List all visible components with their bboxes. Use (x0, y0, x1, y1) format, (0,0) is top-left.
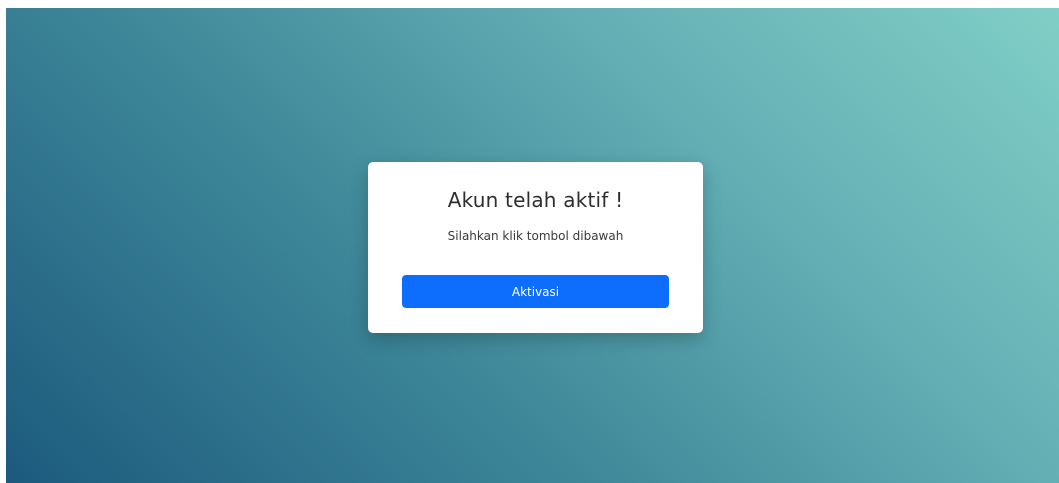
card-title: Akun telah aktif ! (447, 188, 624, 212)
activate-button[interactable]: Aktivasi (402, 275, 669, 308)
activation-card: Akun telah aktif ! Silahkan klik tombol … (368, 162, 703, 333)
card-subtitle: Silahkan klik tombol dibawah (447, 229, 624, 243)
page-background: Akun telah aktif ! Silahkan klik tombol … (6, 8, 1059, 483)
